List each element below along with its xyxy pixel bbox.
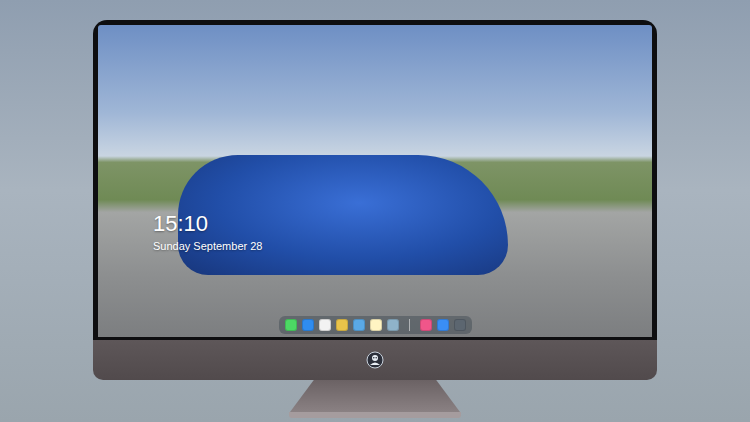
monitor-stand <box>290 380 460 412</box>
clock-time: 15:10 <box>153 211 652 237</box>
dock <box>279 316 472 334</box>
dock-app-icon[interactable] <box>336 319 348 331</box>
dock-separator <box>409 319 410 331</box>
dock-app-icon[interactable] <box>302 319 314 331</box>
dock-app-icon[interactable] <box>285 319 297 331</box>
desktop-screen: 15:10 Sunday September 28 <box>98 25 652 337</box>
dock-app-icon[interactable] <box>353 319 365 331</box>
page: 15:10 Sunday September 28 <box>0 0 750 422</box>
car-shape <box>178 155 508 275</box>
dock-app-icon[interactable] <box>387 319 399 331</box>
lock-clock: 15:10 Sunday September 28 <box>153 211 652 253</box>
dock-app-icon[interactable] <box>319 319 331 331</box>
dock-app-icon[interactable] <box>420 319 432 331</box>
brand-logo-icon <box>366 351 384 369</box>
dock-app-icon[interactable] <box>454 319 466 331</box>
clock-date: Sunday September 28 <box>153 239 652 253</box>
stand-base <box>289 412 461 418</box>
dock-app-icon[interactable] <box>370 319 382 331</box>
monitor-bezel: 15:10 Sunday September 28 <box>93 20 657 340</box>
wallpaper-photo <box>98 25 652 337</box>
dock-app-icon[interactable] <box>437 319 449 331</box>
monitor-chin <box>93 340 657 380</box>
